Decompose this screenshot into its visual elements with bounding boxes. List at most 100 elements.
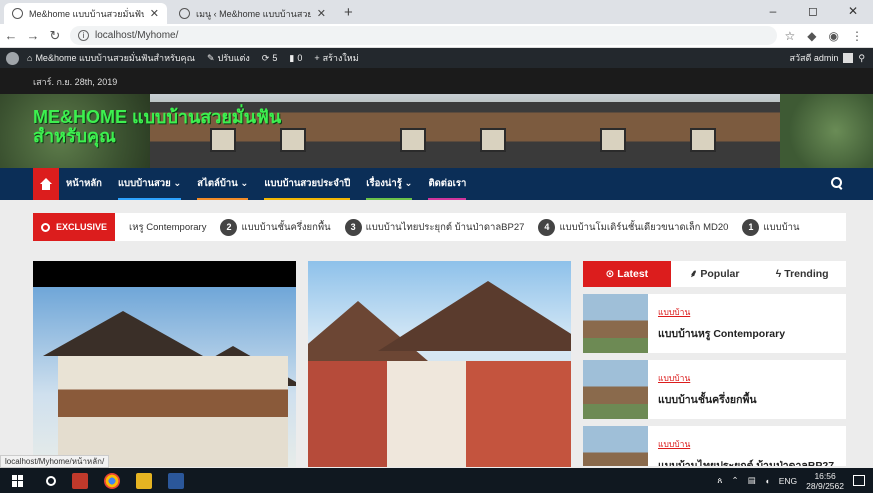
nav-item-yearly-designs[interactable]: แบบบ้านสวยประจำปี — [264, 168, 350, 200]
post-category[interactable]: แบบบ้าน — [658, 371, 757, 385]
url-field[interactable]: i localhost/Myhome/ — [70, 26, 777, 45]
media-app-icon[interactable] — [72, 472, 88, 489]
search-icon[interactable]: ⚲ — [858, 53, 865, 64]
post-title[interactable]: แบบบ้านชั้นครึ่งยกพื้น — [658, 391, 757, 408]
nav-home-button[interactable] — [33, 168, 59, 200]
admin-updates-count: 5 — [272, 53, 278, 63]
tab-latest[interactable]: ⊙ Latest — [583, 261, 671, 287]
nav-item-house-designs[interactable]: แบบบ้านสวย ⌄ — [117, 168, 182, 200]
date-bar: เสาร์. ก.ย. 28th, 2019 — [0, 68, 873, 94]
admin-comments[interactable]: ▮ 0 — [289, 53, 302, 64]
language-indicator[interactable]: ENG — [779, 476, 797, 486]
back-arrow-icon[interactable]: ← — [0, 28, 22, 43]
ticker-item[interactable]: 2 แบบบ้านชั้นครึ่งยกพื้น — [220, 218, 331, 236]
close-tab-icon[interactable]: ✕ — [317, 7, 326, 20]
wordpress-logo-icon[interactable] — [6, 51, 19, 65]
post-thumbnail[interactable] — [583, 426, 648, 466]
nav-item-contact[interactable]: ติดต่อเรา — [428, 168, 466, 200]
ticker-item[interactable]: 3 แบบบ้านไทยประยุกต์ บ้านป่าดาลBP27 — [344, 218, 525, 236]
browser-tab-2[interactable]: เมนู ‹ Me&home แบบบ้านสวยมั่นฟัน ✕ — [171, 3, 334, 24]
chevron-up-icon[interactable]: ⌃ — [731, 475, 738, 486]
ticker-item-text: แบบบ้านไทยประยุกต์ บ้านป่าดาลBP27 — [365, 221, 525, 233]
nav-search-icon[interactable] — [831, 177, 843, 189]
image-roof — [378, 281, 571, 351]
clock-icon: ⊙ — [605, 268, 615, 280]
new-tab-button[interactable]: + — [344, 4, 353, 21]
tab-trending-label: Trending — [784, 268, 829, 280]
list-item[interactable]: แบบบ้าน แบบบ้านไทยประยุกต์ บ้านป่าดาลBP2… — [583, 426, 846, 466]
windows-start-icon[interactable] — [12, 474, 24, 487]
volume-icon[interactable]: ◖ — [765, 476, 770, 486]
globe-icon — [179, 8, 190, 19]
post-title[interactable]: แบบบ้านไทยประยุกต์ บ้านป่าดาลBP27 — [658, 457, 834, 466]
post-category[interactable]: แบบบ้าน — [658, 305, 785, 319]
featured-post-image-1[interactable] — [33, 261, 296, 467]
admin-site-name[interactable]: ⌂ Me&home แบบบ้านสวยมั่นฟันสำหรับคุณ — [27, 51, 195, 65]
ticker-item[interactable]: 1 แบบบ้าน — [742, 218, 799, 236]
browser-tab-1[interactable]: Me&home แบบบ้านสวยมั่นฟันสำหรั ✕ — [4, 3, 167, 24]
list-item[interactable]: แบบบ้าน แบบบ้านหรู Contemporary — [583, 294, 846, 353]
reload-icon[interactable]: ↻ — [44, 28, 66, 44]
bolt-icon: ϟ — [775, 268, 782, 280]
admin-customize[interactable]: ✎ ปรับแต่ง — [207, 51, 250, 65]
nav-item-home[interactable]: หน้าหลัก — [66, 168, 102, 200]
people-icon[interactable]: ጰ — [717, 475, 722, 486]
admin-updates[interactable]: ⟳ 5 — [262, 53, 278, 64]
tab-trending[interactable]: ϟ Trending — [758, 261, 846, 287]
post-thumbnail[interactable] — [583, 360, 648, 419]
menu-icon[interactable]: ⋮ — [851, 29, 863, 43]
extension-icon[interactable]: ◆ — [807, 29, 816, 43]
post-category[interactable]: แบบบ้าน — [658, 437, 834, 451]
exclusive-label: EXCLUSIVE — [33, 213, 116, 241]
url-text: localhost/Myhome/ — [95, 30, 179, 41]
search-icon[interactable] — [46, 475, 56, 486]
home-icon: ⌂ — [27, 53, 33, 63]
current-date: เสาร์. ก.ย. 28th, 2019 — [33, 77, 118, 87]
close-window-button[interactable]: ✕ — [833, 0, 873, 24]
file-explorer-icon[interactable] — [136, 472, 152, 489]
banner-window — [480, 128, 506, 152]
close-tab-icon[interactable]: ✕ — [150, 7, 159, 20]
clock-date: 28/9/2562 — [806, 480, 844, 491]
nav-item-articles[interactable]: เรื่องน่ารู้ ⌄ — [366, 168, 413, 200]
word-icon[interactable] — [168, 472, 184, 489]
banner-window — [600, 128, 626, 152]
nav-item-house-styles[interactable]: สไตล์บ้าน ⌄ — [197, 168, 249, 200]
ticker-item[interactable]: 4 แบบบ้านโมเดิร์นชั้นเดียวขนาดเล็ก MD20 — [538, 218, 728, 236]
wp-admin-bar: ⌂ Me&home แบบบ้านสวยมั่นฟันสำหรับคุณ ✎ ป… — [0, 48, 873, 68]
clock[interactable]: 16:56 28/9/2562 — [806, 471, 844, 491]
info-icon[interactable]: i — [78, 30, 89, 41]
sidebar-widget: ⊙ Latest ⸙ Popular ϟ Trending แบบบ้าน แบ… — [583, 261, 846, 466]
featured-post-image-2[interactable] — [308, 261, 571, 467]
exclusive-label-text: EXCLUSIVE — [56, 222, 108, 232]
admin-comments-count: 0 — [297, 53, 303, 63]
post-thumbnail[interactable] — [583, 294, 648, 353]
tab-popular[interactable]: ⸙ Popular — [671, 261, 759, 287]
plus-icon: + — [314, 53, 320, 63]
network-icon[interactable]: ▤ — [748, 475, 756, 486]
site-title[interactable]: ME&HOME แบบบ้านสวยมั่นฟันสำหรับคุณ — [33, 108, 283, 146]
globe-icon — [12, 8, 23, 19]
admin-new[interactable]: + สร้างใหม่ — [314, 51, 358, 65]
system-tray: ጰ ⌃ ▤ ◖ ENG 16:56 28/9/2562 — [717, 468, 865, 493]
house-icon — [40, 178, 52, 190]
window-controls: – ◻ ✕ — [753, 0, 873, 24]
admin-new-label: สร้างใหม่ — [322, 53, 359, 63]
admin-customize-label: ปรับแต่ง — [217, 53, 250, 63]
banner-window — [400, 128, 426, 152]
post-title[interactable]: แบบบ้านหรู Contemporary — [658, 325, 785, 342]
chrome-icon[interactable] — [104, 472, 120, 489]
star-icon[interactable]: ☆ — [785, 29, 796, 43]
minimize-button[interactable]: – — [753, 0, 793, 24]
notification-icon[interactable] — [853, 475, 865, 486]
ticker-number-badge: 2 — [220, 218, 238, 236]
maximize-button[interactable]: ◻ — [793, 0, 833, 24]
forward-arrow-icon[interactable]: → — [22, 28, 44, 43]
admin-site-name-label: Me&home แบบบ้านสวยมั่นฟันสำหรับคุณ — [35, 53, 195, 63]
profile-icon[interactable]: ◉ — [829, 29, 839, 43]
ticker-item[interactable]: เหรู Contemporary — [129, 220, 206, 235]
list-item[interactable]: แบบบ้าน แบบบ้านชั้นครึ่งยกพื้น — [583, 360, 846, 419]
ticker-number-badge: 1 — [742, 218, 760, 236]
admin-account[interactable]: สวัสดี admin ⚲ — [790, 48, 865, 68]
tab-title: เมนู ‹ Me&home แบบบ้านสวยมั่นฟัน — [196, 8, 311, 19]
